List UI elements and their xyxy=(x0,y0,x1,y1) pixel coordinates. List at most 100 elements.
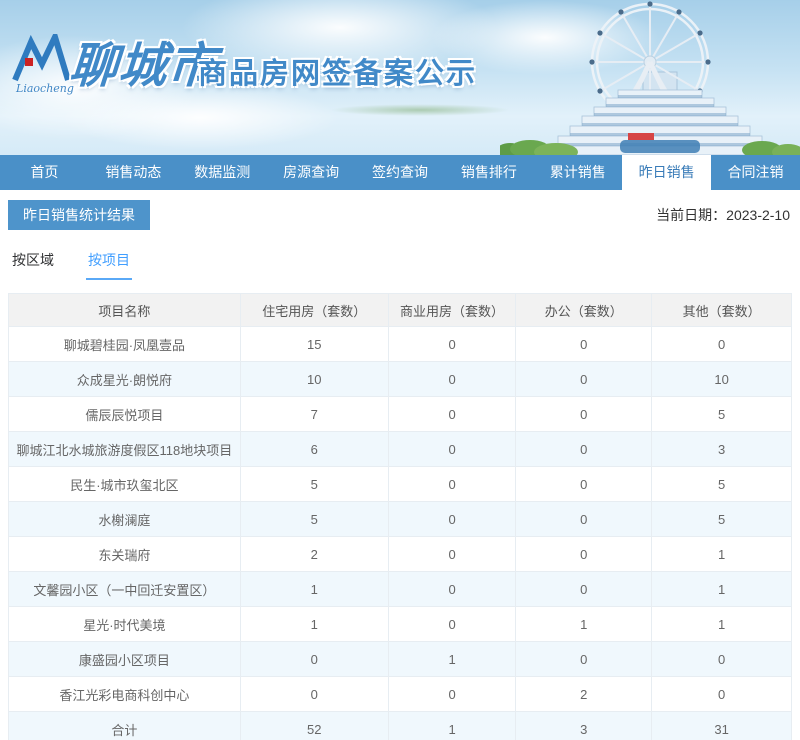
column-header: 办公（套数） xyxy=(515,293,653,327)
cell: 7 xyxy=(239,396,389,432)
cell: 0 xyxy=(387,571,517,607)
cell: 1 xyxy=(239,606,389,642)
table-body: 聊城碧桂园·凤凰壹品 15 0 0 0 众成星光·朗悦府 10 0 0 10 儒辰辰悦项目 7 0 0 5 聊… xyxy=(8,326,792,740)
cell: 0 xyxy=(651,641,792,677)
cell: 0 xyxy=(387,466,517,502)
column-header: 商业用房（套数） xyxy=(387,293,517,327)
cell: 0 xyxy=(515,641,653,677)
shoreline-decoration xyxy=(330,104,510,116)
cell: 2 xyxy=(239,536,389,572)
nav-item-sales-trends[interactable]: 销售动态 xyxy=(89,155,178,190)
city-logo-icon xyxy=(12,34,70,82)
table-row: 东关瑞府 2 0 0 1 xyxy=(8,536,792,572)
cell: 0 xyxy=(651,326,792,362)
nav-item-listing-query[interactable]: 房源查询 xyxy=(267,155,356,190)
city-brand-text: 聊城市 xyxy=(67,40,219,93)
cell: 0 xyxy=(239,641,389,677)
cell: 0 xyxy=(515,431,653,467)
column-header: 项目名称 xyxy=(8,293,241,327)
sales-table: 项目名称 住宅用房（套数） 商业用房（套数） 办公（套数） 其他（套数） 聊城碧桂园·凤… xyxy=(8,293,792,740)
cell: 康盛园小区项目 xyxy=(8,641,241,677)
table-row: 聊城江北水城旅游度假区118地块项目 6 0 0 3 xyxy=(8,431,792,467)
cell: 0 xyxy=(387,431,517,467)
cell: 2 xyxy=(515,676,653,712)
nav-item-signing-query[interactable]: 签约查询 xyxy=(356,155,445,190)
section-header: 昨日销售统计结果 当前日期：2023-2-10 xyxy=(8,200,792,230)
cell: 6 xyxy=(239,431,389,467)
cell: 文馨园小区（一中回迁安置区） xyxy=(8,571,241,607)
cell: 1 xyxy=(651,571,792,607)
cell: 0 xyxy=(515,466,653,502)
table-row: 儒辰辰悦项目 7 0 0 5 xyxy=(8,396,792,432)
cell: 0 xyxy=(239,676,389,712)
main-nav: 首页 销售动态 数据监测 房源查询 签约查询 销售排行 累计销售 昨日销售 合同注销 xyxy=(0,155,800,190)
cell: 东关瑞府 xyxy=(8,536,241,572)
current-date: 当前日期：2023-2-10 xyxy=(656,205,792,225)
nav-item-sales-ranking[interactable]: 销售排行 xyxy=(444,155,533,190)
cell: 0 xyxy=(387,326,517,362)
table-header-row: 项目名称 住宅用房（套数） 商业用房（套数） 办公（套数） 其他（套数） xyxy=(8,293,792,327)
cell: 儒辰辰悦项目 xyxy=(8,396,241,432)
cell: 众成星光·朗悦府 xyxy=(8,361,241,397)
site-banner: Liaocheng 聊城市 商品房网签备案公示 xyxy=(0,0,800,155)
cell: 0 xyxy=(515,571,653,607)
cell: 0 xyxy=(387,676,517,712)
cell: 0 xyxy=(515,501,653,537)
cell: 0 xyxy=(515,536,653,572)
table-row: 民生·城市玖玺北区 5 0 0 5 xyxy=(8,466,792,502)
table-row: 文馨园小区（一中回迁安置区） 1 0 0 1 xyxy=(8,571,792,607)
cell: 5 xyxy=(651,501,792,537)
subtabs: 按区域 按项目 xyxy=(8,250,792,280)
cell: 1 xyxy=(387,711,517,740)
table-row: 聊城碧桂园·凤凰壹品 15 0 0 0 xyxy=(8,326,792,362)
cell: 1 xyxy=(515,606,653,642)
cell: 10 xyxy=(239,361,389,397)
banner-title: 商品房网签备案公示 xyxy=(198,58,478,90)
table-row: 合计 52 1 3 31 xyxy=(8,711,792,740)
cell: 0 xyxy=(387,396,517,432)
cell: 0 xyxy=(515,361,653,397)
cell: 5 xyxy=(239,466,389,502)
cell: 0 xyxy=(387,606,517,642)
column-header: 住宅用房（套数） xyxy=(239,293,389,327)
cell: 5 xyxy=(651,466,792,502)
nav-item-yesterday-sales[interactable]: 昨日销售 xyxy=(622,155,712,190)
cell: 星光·时代美境 xyxy=(8,606,241,642)
main-content: 昨日销售统计结果 当前日期：2023-2-10 按区域 按项目 项目名称 住宅用房（… xyxy=(0,200,800,740)
nav-item-cumulative-sales[interactable]: 累计销售 xyxy=(533,155,622,190)
cell: 民生·城市玖玺北区 xyxy=(8,466,241,502)
table-row: 康盛园小区项目 0 1 0 0 xyxy=(8,641,792,677)
cell: 0 xyxy=(651,676,792,712)
cell: 水榭澜庭 xyxy=(8,501,241,537)
cell: 31 xyxy=(651,711,792,740)
cell: 0 xyxy=(515,326,653,362)
cell: 聊城江北水城旅游度假区118地块项目 xyxy=(8,431,241,467)
cell: 0 xyxy=(387,501,517,537)
cell: 1 xyxy=(239,571,389,607)
cell: 合计 xyxy=(8,711,241,740)
cell: 1 xyxy=(651,606,792,642)
cell: 1 xyxy=(387,641,517,677)
ferris-wheel-illustration xyxy=(500,1,800,155)
column-header: 其他（套数） xyxy=(651,293,792,327)
cell: 52 xyxy=(239,711,389,740)
nav-item-data-monitor[interactable]: 数据监测 xyxy=(178,155,267,190)
cell: 15 xyxy=(239,326,389,362)
cell: 0 xyxy=(387,361,517,397)
cell: 3 xyxy=(651,431,792,467)
subtab-by-project[interactable]: 按项目 xyxy=(86,250,132,280)
cell: 香江光彩电商科创中心 xyxy=(8,676,241,712)
cell: 5 xyxy=(239,501,389,537)
table-row: 星光·时代美境 1 0 1 1 xyxy=(8,606,792,642)
table-row: 众成星光·朗悦府 10 0 0 10 xyxy=(8,361,792,397)
cell: 聊城碧桂园·凤凰壹品 xyxy=(8,326,241,362)
table-row: 香江光彩电商科创中心 0 0 2 0 xyxy=(8,676,792,712)
cell: 10 xyxy=(651,361,792,397)
cell: 5 xyxy=(651,396,792,432)
table-row: 水榭澜庭 5 0 0 5 xyxy=(8,501,792,537)
nav-item-home[interactable]: 首页 xyxy=(0,155,89,190)
subtab-by-region[interactable]: 按区域 xyxy=(10,250,56,280)
nav-item-contract-cancellation[interactable]: 合同注销 xyxy=(711,155,800,190)
cell: 3 xyxy=(515,711,653,740)
cell: 0 xyxy=(515,396,653,432)
